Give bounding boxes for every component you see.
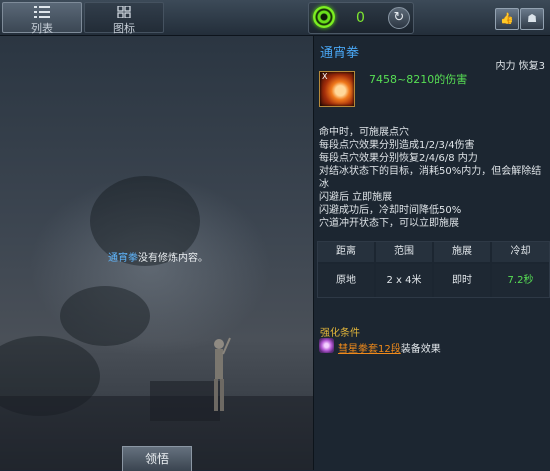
skill-damage: 7458~8210的伤害 [369, 73, 468, 86]
tab-list-label: 列表 [31, 22, 53, 35]
cultivation-panel: 通宵拳没有修炼内容。 [0, 36, 313, 470]
gauntlet-set-icon[interactable] [319, 338, 334, 353]
description-line: 命中时，可施展点穴 [319, 127, 409, 138]
thumbs-up-icon[interactable]: 👍 [495, 8, 519, 30]
skill-type: 内力 恢复3 [495, 61, 545, 72]
point-count: 0 [356, 10, 365, 26]
swirl-icon [313, 6, 335, 28]
stat-header-distance: 距离 [318, 242, 374, 262]
stat-header-range: 范围 [376, 242, 432, 262]
enhance-set-link[interactable]: 彗星拳套12段 [338, 344, 401, 355]
tab-list[interactable]: 列表 [2, 2, 82, 35]
skill-detail-panel: 通宵拳 内力 恢复3 X 7458~8210的伤害 命中时，可施展点穴 每段点穴… [313, 36, 550, 470]
enhance-effect: 装备效果 [400, 344, 441, 355]
tab-icons[interactable]: 图标 [84, 2, 164, 35]
party-icon[interactable]: ☗ [520, 8, 544, 30]
empty-message: 通宵拳没有修炼内容。 [108, 249, 208, 264]
stat-header-cast: 施展 [434, 242, 490, 262]
description-line: 对结冰状态下的目标，消耗50%内力，但会解除结 [319, 166, 542, 177]
enhance-title: 强化条件 [320, 328, 360, 339]
stat-header-cooldown: 冷却 [492, 242, 549, 262]
description-line: 每段点穴效果分别恢复2/4/6/8 内力 [319, 153, 478, 164]
refresh-icon[interactable]: ↻ [388, 7, 410, 29]
grid-icon [117, 6, 131, 18]
empty-message-text: 没有修炼内容。 [138, 253, 208, 264]
character-figure [214, 337, 231, 411]
tab-icons-label: 图标 [113, 22, 135, 35]
list-icon [34, 6, 50, 18]
description-line: 闪避成功后，冷却时间降低50% [319, 205, 462, 216]
stat-value-cast: 即时 [434, 264, 490, 297]
stat-value-distance: 原地 [318, 264, 374, 297]
background-tree [60, 286, 150, 346]
top-bar: 列表 图标 0 ↻ 👍 ☗ [0, 0, 550, 36]
skill-name: 通宵拳 [320, 46, 360, 61]
description-line: 闪避后 立即施展 [319, 192, 393, 203]
fist-skill-icon[interactable]: X [319, 71, 355, 107]
skill-key: X [322, 72, 328, 81]
comprehend-button[interactable]: 领悟 [122, 446, 192, 471]
description-line: 穴道冲开状态下，可以立即施展 [319, 218, 459, 229]
point-counter: 0 ↻ [308, 2, 414, 34]
skill-description: 命中时，可施展点穴 每段点穴效果分别造成1/2/3/4伤害 每段点穴效果分别恢复… [319, 126, 545, 230]
empty-message-skill[interactable]: 通宵拳 [108, 253, 138, 264]
skill-stats-table: 距离 范围 施展 冷却 原地 2 x 4米 即时 7.2秒 [317, 241, 550, 298]
stat-value-range: 2 x 4米 [376, 264, 432, 297]
enhance-condition: 彗星拳套12段装备效果 [338, 340, 441, 355]
stat-value-cooldown: 7.2秒 [492, 264, 549, 297]
description-line: 每段点穴效果分别造成1/2/3/4伤害 [319, 140, 475, 151]
description-line: 冰 [319, 179, 329, 190]
